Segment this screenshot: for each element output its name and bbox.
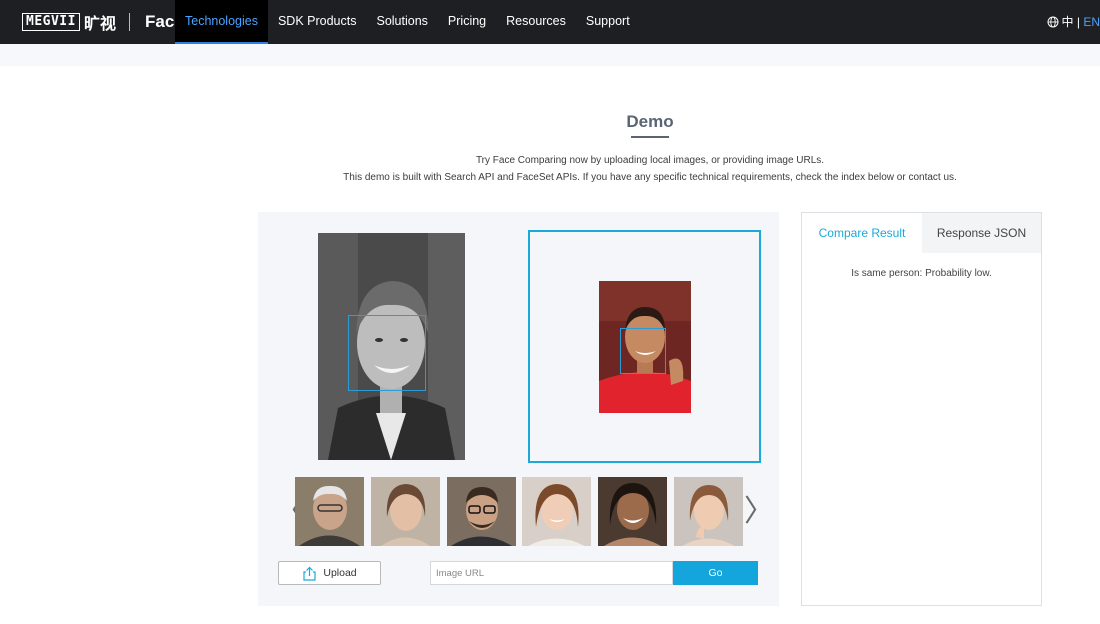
main-nav: Technologies SDK Products Solutions Pric…	[175, 0, 640, 44]
nav-item-technologies[interactable]: Technologies	[175, 0, 268, 44]
megvii-chinese-logo: 旷视	[83, 16, 116, 33]
nav-item-sdk-products[interactable]: SDK Products	[268, 0, 367, 44]
thumbnail-photo	[447, 477, 516, 546]
tab-compare-result[interactable]: Compare Result	[802, 213, 922, 253]
compare-result-text: Is same person: Probability low.	[851, 268, 992, 279]
thumbnail-3[interactable]	[447, 477, 516, 546]
megvii-logo: MEGVII	[22, 13, 80, 31]
lang-separator: |	[1073, 15, 1084, 29]
demo-title: Demo	[626, 112, 674, 131]
lang-zh[interactable]: 中	[1062, 0, 1074, 44]
thumbnail-2[interactable]	[371, 477, 440, 546]
thumbnail-6[interactable]	[674, 477, 743, 546]
brand-divider	[128, 13, 130, 31]
thumbnail-photo	[598, 477, 667, 546]
result-panel: Compare Result Response JSON Is same per…	[801, 212, 1042, 606]
target-face-detection-box	[620, 328, 666, 374]
target-face-image[interactable]	[599, 281, 691, 413]
thumbnail-photo	[371, 477, 440, 546]
go-button[interactable]: Go	[673, 561, 758, 585]
thumbnail-4[interactable]	[522, 477, 591, 546]
source-face-image[interactable]	[318, 233, 465, 460]
upload-button[interactable]: Upload	[278, 561, 381, 585]
thumbnail-photo	[295, 477, 364, 546]
upload-button-label: Upload	[323, 567, 357, 579]
thumbnails-next-arrow[interactable]: 〉	[744, 497, 774, 527]
top-navigation-bar: MEGVII 旷视 Face++ Technologies SDK Produc…	[0, 0, 1100, 44]
demo-description-line-2: This demo is built with Search API and F…	[343, 172, 957, 183]
globe-icon	[1047, 16, 1059, 28]
result-tabs: Compare Result Response JSON	[802, 213, 1041, 253]
lang-en[interactable]: EN	[1083, 0, 1100, 44]
upload-icon	[303, 566, 316, 581]
thumbnail-1[interactable]	[295, 477, 364, 546]
nav-item-pricing[interactable]: Pricing	[438, 0, 496, 44]
image-url-input[interactable]	[430, 561, 673, 585]
thumbnail-photo	[522, 477, 591, 546]
source-face-detection-box	[348, 315, 426, 391]
sub-header-band	[0, 44, 1100, 66]
brand-logo[interactable]: MEGVII 旷视 Face++	[22, 0, 195, 44]
demo-description-line-1: Try Face Comparing now by uploading loca…	[475, 155, 825, 166]
nav-item-resources[interactable]: Resources	[496, 0, 576, 44]
thumbnail-photo	[674, 477, 743, 546]
nav-item-support[interactable]: Support	[576, 0, 640, 44]
demo-title-underline	[631, 136, 669, 138]
tab-response-json[interactable]: Response JSON	[922, 213, 1041, 253]
thumbnail-5[interactable]	[598, 477, 667, 546]
language-switcher[interactable]: 中 | EN	[1047, 0, 1100, 44]
nav-item-solutions[interactable]: Solutions	[366, 0, 437, 44]
